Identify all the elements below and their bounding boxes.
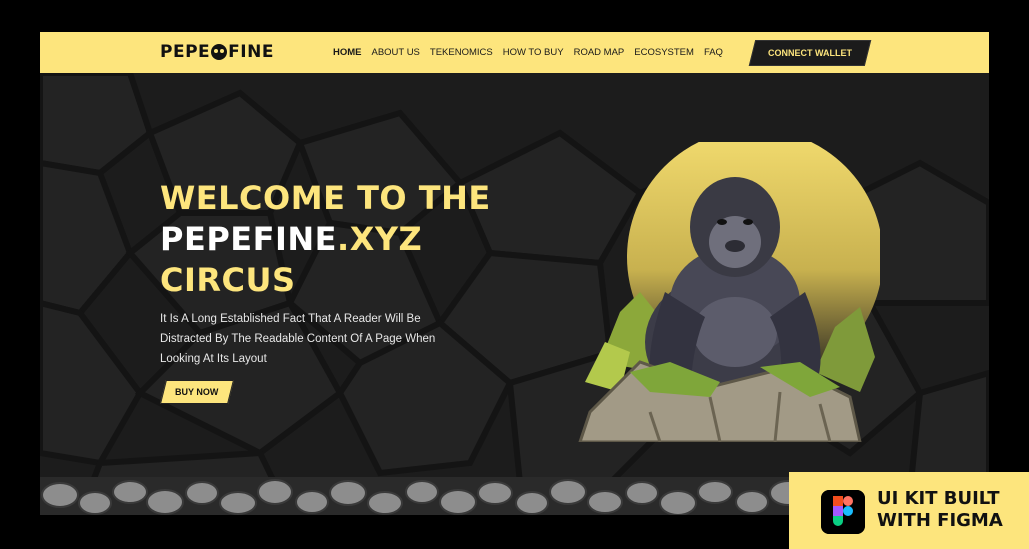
buy-now-label: BUY NOW	[175, 387, 219, 397]
figma-badge: UI KIT BUILT WITH FIGMA	[789, 472, 1029, 549]
badge-line2: WITH FIGMA	[877, 510, 1003, 531]
buy-now-button[interactable]: BUY NOW	[160, 380, 234, 404]
connect-wallet-label: CONNECT WALLET	[768, 48, 852, 58]
nav-home[interactable]: HOME	[333, 47, 362, 58]
hero-title-line3: CIRCUS	[160, 261, 296, 299]
nav-faq[interactable]: FAQ	[704, 47, 723, 58]
nav-how-to-buy[interactable]: HOW TO BUY	[503, 47, 564, 58]
hero-title-brand: PEPEFINE	[160, 220, 338, 258]
figma-icon	[821, 490, 865, 534]
logo-text-left: PEPE	[160, 42, 211, 62]
badge-line1: UI KIT BUILT	[877, 488, 1000, 509]
hero-title-domain: .XYZ	[337, 220, 423, 258]
hero-description: It Is A Long Established Fact That A Rea…	[160, 313, 436, 365]
nav-ecosystem[interactable]: ECOSYSTEM	[634, 47, 694, 58]
gorilla-illustration	[578, 142, 880, 442]
nav-road-map[interactable]: ROAD MAP	[574, 47, 625, 58]
main-nav: HOME ABOUT US TEKENOMICS HOW TO BUY ROAD…	[333, 47, 723, 58]
hero-title-line2: PEPEFINE.XYZ	[160, 219, 491, 260]
nav-tokenomics[interactable]: TEKENOMICS	[430, 47, 493, 58]
badge-text: UI KIT BUILT WITH FIGMA	[877, 488, 1003, 532]
connect-wallet-button[interactable]: CONNECT WALLET	[748, 40, 872, 66]
nav-about-us[interactable]: ABOUT US	[372, 47, 420, 58]
hero-title: WELCOME TO THE PEPEFINE.XYZ CIRCUS	[160, 178, 491, 301]
logo-text-right: FINE	[228, 42, 274, 62]
page-frame: PEPE FINE HOME ABOUT US TEKENOMICS HOW T…	[40, 32, 989, 515]
logo-face-icon	[211, 44, 228, 60]
site-logo[interactable]: PEPE FINE	[160, 42, 274, 62]
hero-title-line1: WELCOME TO THE	[160, 179, 491, 217]
top-navbar: PEPE FINE HOME ABOUT US TEKENOMICS HOW T…	[40, 32, 989, 73]
